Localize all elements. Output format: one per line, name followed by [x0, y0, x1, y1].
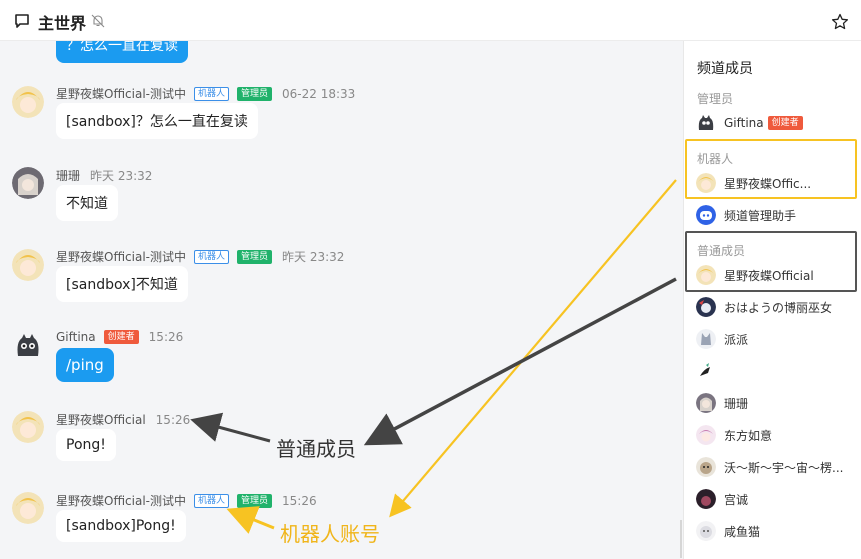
chat-area[interactable]: ？怎么一直在复读 星野夜蝶Official-测试中 机器人 管理员 06-22 … — [0, 41, 683, 559]
chat-scrollbar[interactable] — [680, 520, 682, 558]
message-bubble: 不知道 — [56, 185, 118, 221]
admin-tag: 管理员 — [237, 86, 273, 101]
member-name: 宫诚 — [724, 492, 749, 507]
timestamp: 15:26 — [155, 412, 191, 427]
member-item[interactable]: 咸鱼猫 — [696, 520, 760, 542]
member-name: 星野夜蝶Official — [724, 268, 814, 283]
timestamp: 昨天 23:32 — [90, 169, 153, 183]
timestamp: 06-22 18:33 — [282, 86, 356, 101]
member-name: 派派 — [724, 332, 749, 347]
member-name: おはようの博丽巫女 — [724, 300, 833, 315]
group-label-bot: 机器人 — [697, 152, 734, 166]
member-item[interactable]: 星野夜蝶Official — [696, 264, 814, 286]
channel-title: 主世界 — [38, 14, 87, 33]
message-meta: Giftina 创建者 15:26 — [56, 330, 183, 344]
message-meta: 星野夜蝶Official-测试中 机器人 管理员 昨天 23:32 — [56, 248, 344, 265]
admin-tag: 管理员 — [237, 249, 273, 264]
sender-name[interactable]: 珊珊 — [56, 167, 80, 184]
member-list-title: 频道成员 — [697, 61, 753, 77]
member-name: 频道管理助手 — [724, 208, 797, 223]
creator-tag: 创建者 — [767, 116, 803, 130]
member-name: 咸鱼猫 — [724, 524, 761, 539]
mute-bell-icon[interactable] — [91, 14, 105, 28]
member-name: 星野夜蝶Offic... — [724, 176, 812, 191]
bot-tag: 机器人 — [194, 249, 230, 264]
message-meta: 星野夜蝶Official-测试中 机器人 管理员 06-22 18:33 — [56, 85, 355, 102]
timestamp: 15:26 — [282, 493, 317, 508]
avatar[interactable] — [12, 330, 44, 362]
sender-name[interactable]: Giftina — [56, 330, 96, 344]
annotation-label-member: 普通成员 — [276, 437, 356, 461]
message-bubble-partial: ？怎么一直在复读 — [56, 41, 188, 63]
avatar — [696, 457, 716, 477]
avatar[interactable] — [12, 249, 44, 281]
avatar[interactable] — [12, 86, 44, 118]
member-item[interactable]: 宫诚 — [696, 488, 748, 510]
admin-tag: 管理员 — [237, 493, 273, 508]
member-item[interactable] — [696, 360, 724, 382]
avatar — [696, 521, 716, 541]
sender-name[interactable]: 星野夜蝶Official-测试中 — [56, 492, 186, 509]
sender-name[interactable]: 星野夜蝶Official-测试中 — [56, 85, 186, 102]
member-item[interactable]: 珊珊 — [696, 392, 748, 414]
group-label-member: 普通成员 — [697, 244, 746, 258]
chat-icon — [15, 14, 29, 28]
member-item[interactable]: 星野夜蝶Offic... — [696, 172, 811, 194]
message-meta: 星野夜蝶Official 15:26 — [56, 411, 190, 428]
message-bubble: [sandbox]Pong! — [56, 510, 186, 542]
sender-name[interactable]: 星野夜蝶Official-测试中 — [56, 248, 186, 265]
message-bubble: [sandbox]？怎么一直在复读 — [56, 103, 258, 139]
avatar — [696, 205, 716, 225]
creator-tag: 创建者 — [103, 330, 139, 344]
member-item[interactable]: 派派 — [696, 328, 748, 350]
sender-name[interactable]: 星野夜蝶Official — [56, 411, 146, 428]
annotation-label-bot: 机器人账号 — [280, 522, 380, 546]
avatar — [696, 361, 716, 381]
avatar — [696, 329, 716, 349]
avatar — [696, 173, 716, 193]
avatar — [696, 393, 716, 413]
avatar — [696, 297, 716, 317]
message-bubble: Pong! — [56, 429, 116, 461]
member-sidebar: 频道成员 管理员 Giftina 创建者 机器人 星野夜蝶Offic... 频道… — [683, 41, 861, 559]
bot-tag: 机器人 — [194, 86, 230, 101]
member-item[interactable]: 频道管理助手 — [696, 204, 796, 226]
member-name: 沃～斯～宇～宙～楞... — [724, 460, 844, 475]
channel-header: 主世界 — [0, 0, 861, 41]
message-bubble: /ping — [56, 348, 114, 382]
message-meta: 珊珊 昨天 23:32 — [56, 167, 152, 184]
member-item[interactable]: Giftina 创建者 — [696, 112, 803, 134]
avatar — [696, 113, 716, 133]
member-item[interactable]: 沃～斯～宇～宙～楞... — [696, 456, 843, 478]
avatar — [696, 489, 716, 509]
avatar — [696, 425, 716, 445]
star-icon[interactable] — [831, 13, 849, 31]
message-bubble: [sandbox]不知道 — [56, 266, 188, 302]
bot-tag: 机器人 — [194, 493, 230, 508]
member-name: 珊珊 — [724, 396, 749, 411]
member-name: 东方如意 — [724, 428, 773, 443]
group-label-admin: 管理员 — [697, 92, 734, 106]
timestamp: 昨天 23:32 — [282, 250, 345, 264]
member-item[interactable]: おはようの博丽巫女 — [696, 296, 832, 318]
member-name: Giftina — [724, 116, 764, 130]
timestamp: 15:26 — [148, 330, 184, 344]
avatar[interactable] — [12, 411, 44, 443]
message-meta: 星野夜蝶Official-测试中 机器人 管理员 15:26 — [56, 492, 317, 509]
member-item[interactable]: 东方如意 — [696, 424, 772, 446]
avatar[interactable] — [12, 492, 44, 524]
avatar[interactable] — [12, 167, 44, 199]
avatar — [696, 265, 716, 285]
